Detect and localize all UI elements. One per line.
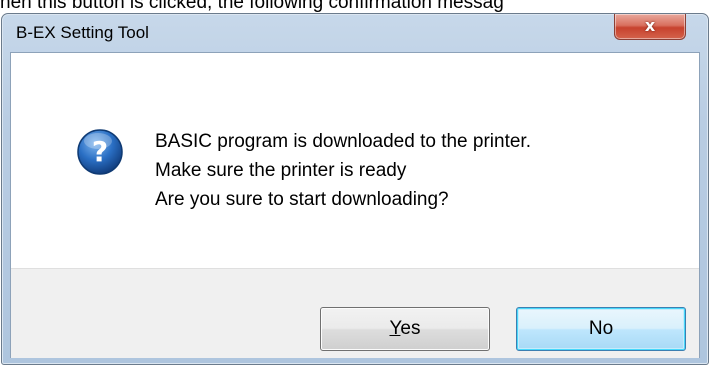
no-label: No <box>588 318 614 339</box>
message-line-3: Are you sure to start downloading? <box>155 189 449 210</box>
dialog-window: B-EX Setting Tool x ? BASIC program is d… <box>1 13 709 365</box>
button-bar: Yes No <box>11 268 699 358</box>
close-icon: x <box>644 16 656 35</box>
no-button[interactable]: No <box>516 307 686 351</box>
dialog-client-area: ? BASIC program is downloaded to the pri… <box>10 52 700 358</box>
yes-mnemonic: Y <box>389 318 401 339</box>
close-button[interactable]: x <box>614 14 686 40</box>
message-area: ? BASIC program is downloaded to the pri… <box>11 53 699 268</box>
message-line-1: BASIC program is downloaded to the print… <box>155 131 531 152</box>
title-bar[interactable]: B-EX Setting Tool x <box>2 14 708 52</box>
background-caption-text: hen this button is clicked, the followin… <box>0 0 504 13</box>
yes-label-rest: es <box>400 318 421 339</box>
window-title: B-EX Setting Tool <box>16 23 149 42</box>
question-icon: ? <box>77 129 123 175</box>
message-line-2: Make sure the printer is ready <box>155 160 407 181</box>
svg-text:?: ? <box>92 135 108 168</box>
yes-button[interactable]: Yes <box>320 307 490 351</box>
dialog-message: BASIC program is downloaded to the print… <box>155 127 531 214</box>
